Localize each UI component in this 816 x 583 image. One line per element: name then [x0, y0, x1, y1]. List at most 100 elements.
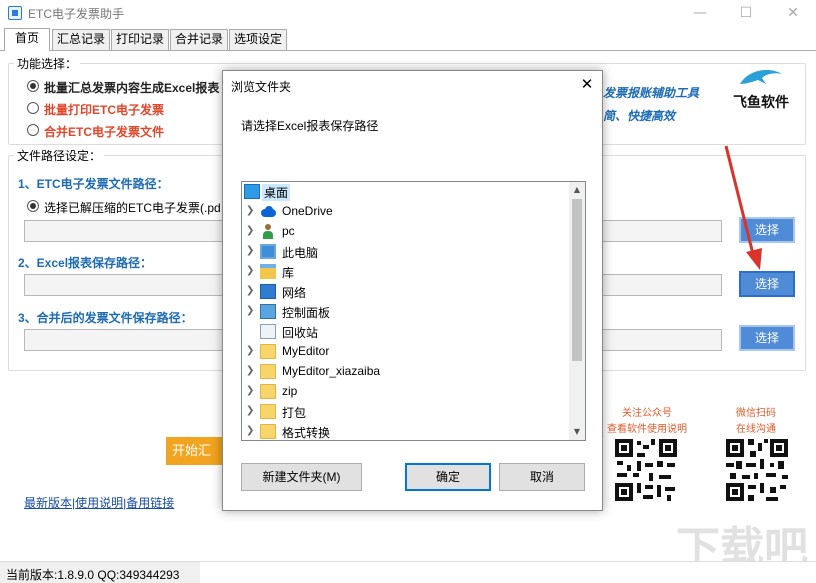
folder-icon — [260, 364, 276, 379]
dialog-title: 浏览文件夹 — [231, 78, 291, 95]
chevron-right-icon[interactable]: ❯ — [246, 405, 256, 417]
chevron-right-icon[interactable]: ❯ — [246, 245, 256, 257]
qr-right-caption-1: 微信扫码 — [720, 404, 792, 419]
tree-item-label: 打包 — [280, 404, 308, 421]
scroll-down-icon[interactable]: ▼ — [569, 424, 585, 440]
ok-button[interactable]: 确定 — [405, 463, 491, 491]
radio-etc-folder[interactable] — [27, 200, 39, 212]
radio-batch-print[interactable] — [27, 102, 39, 114]
user-icon — [260, 224, 276, 239]
folder-icon — [260, 424, 276, 439]
tab-divider — [0, 50, 816, 51]
radio-summary-excel[interactable] — [27, 80, 39, 92]
status-version-text: 当前版本:1.8.9.0 QQ:349344293 — [6, 566, 179, 583]
manual-link[interactable]: 使用说明 — [75, 496, 123, 510]
chevron-right-icon[interactable]: ❯ — [246, 225, 256, 237]
dolphin-logo-icon — [738, 66, 786, 90]
tab-merge-records[interactable]: 合并记录 — [170, 29, 228, 50]
title-bar: ETC电子发票助手 — ☐ ✕ — [0, 0, 816, 26]
tree-item-label: MyEditor_xiazaiba — [280, 364, 382, 378]
function-group-legend: 功能选择： — [14, 55, 80, 72]
tab-options[interactable]: 选项设定 — [229, 29, 287, 50]
qr-code-wechat-account-icon — [613, 437, 679, 503]
folder-icon — [260, 344, 276, 359]
tree-item-label: 桌面 — [262, 184, 290, 201]
tree-item-onedrive[interactable]: ❯ OneDrive — [242, 202, 567, 222]
new-folder-button[interactable]: 新建文件夹(M) — [241, 463, 362, 491]
path-group-legend: 文件路径设定： — [14, 147, 104, 164]
folder-icon — [260, 384, 276, 399]
maximize-icon[interactable]: ☐ — [736, 3, 756, 23]
network-icon — [260, 284, 276, 299]
tree-item-label: 网络 — [280, 284, 308, 301]
etc-path-heading: 1、ETC电子发票文件路径： — [18, 175, 169, 192]
chevron-right-icon[interactable]: ❯ — [246, 425, 256, 437]
scroll-up-icon[interactable]: ▲ — [569, 182, 585, 198]
tree-item-myeditor-xiazaiba[interactable]: ❯ MyEditor_xiazaiba — [242, 362, 567, 382]
chevron-right-icon[interactable]: ❯ — [246, 265, 256, 277]
tab-summary-records[interactable]: 汇总记录 — [52, 29, 110, 50]
folder-tree[interactable]: 桌面 ❯ OneDrive ❯ pc ❯ 此电脑 ❯ 库 ❯ 网络 ❯ — [241, 181, 586, 441]
tree-item-label: 回收站 — [280, 324, 320, 341]
brand-logo-text: 飞鱼软件 — [733, 92, 789, 112]
promo-line-2: 简、快捷高效 — [603, 107, 675, 124]
tree-item-control-panel[interactable]: ❯ 控制面板 — [242, 302, 567, 322]
onedrive-icon — [260, 204, 276, 219]
latest-version-link[interactable]: 最新版本 — [24, 496, 72, 510]
tree-item-label: pc — [280, 224, 297, 238]
minimize-icon[interactable]: — — [690, 3, 710, 23]
tree-item-library[interactable]: ❯ 库 — [242, 262, 567, 282]
tree-item-myeditor[interactable]: ❯ MyEditor — [242, 342, 567, 362]
cancel-button[interactable]: 取消 — [499, 463, 585, 491]
chevron-right-icon[interactable]: ❯ — [246, 205, 256, 217]
start-summary-button[interactable]: 开始汇 — [166, 437, 224, 465]
desktop-icon — [244, 184, 260, 199]
tree-item-label: 格式转换 — [280, 424, 332, 441]
chevron-right-icon[interactable]: ❯ — [246, 365, 256, 377]
tree-item-network[interactable]: ❯ 网络 — [242, 282, 567, 302]
window-title: ETC电子发票助手 — [28, 5, 124, 22]
status-bar-spacer — [200, 562, 816, 583]
choose-merge-path-button[interactable]: 选择 — [739, 325, 795, 351]
tree-item-format-convert[interactable]: ❯ 格式转换 — [242, 422, 567, 441]
excel-path-heading: 2、Excel报表保存路径： — [18, 254, 152, 271]
tree-item-label: MyEditor — [280, 344, 331, 358]
status-bar: 当前版本:1.8.9.0 QQ:349344293 — [0, 561, 816, 583]
tree-item-label: 库 — [280, 264, 296, 281]
library-icon — [260, 264, 276, 279]
chevron-right-icon[interactable]: ❯ — [246, 345, 256, 357]
scrollbar-thumb[interactable] — [572, 199, 582, 361]
tree-item-label: zip — [280, 384, 299, 398]
tree-item-this-pc[interactable]: ❯ 此电脑 — [242, 242, 567, 262]
qr-right-caption-2: 在线沟通 — [720, 420, 792, 435]
app-icon — [8, 6, 22, 20]
tab-print-records[interactable]: 打印记录 — [111, 29, 169, 50]
backup-link[interactable]: 备用链接 — [126, 496, 174, 510]
qr-left-caption-1: 关注公众号 — [600, 404, 694, 419]
tree-item-recycle-bin[interactable]: 回收站 — [242, 322, 567, 342]
browse-folder-dialog: 浏览文件夹 ✕ 请选择Excel报表保存路径 桌面 ❯ OneDrive ❯ p… — [222, 70, 603, 511]
tab-home[interactable]: 首页 — [4, 28, 50, 51]
tree-item-label: 控制面板 — [280, 304, 332, 321]
tree-item-pack[interactable]: ❯ 打包 — [242, 402, 567, 422]
radio-merge-files[interactable] — [27, 124, 39, 136]
qr-code-wechat-chat-icon — [724, 437, 790, 503]
option-merge-files-label: 合并ETC电子发票文件 — [44, 123, 164, 140]
folder-icon — [260, 404, 276, 419]
tree-item-pc-user[interactable]: ❯ pc — [242, 222, 567, 242]
tree-scrollbar[interactable]: ▲ ▼ — [569, 182, 585, 440]
chevron-right-icon[interactable]: ❯ — [246, 305, 256, 317]
close-icon[interactable]: ✕ — [783, 3, 803, 23]
chevron-right-icon[interactable]: ❯ — [246, 385, 256, 397]
qr-left-caption-2: 查看软件使用说明 — [600, 420, 694, 435]
recycle-bin-icon — [260, 324, 276, 339]
etc-folder-radio-label: 选择已解压缩的ETC电子发票(.pd — [44, 199, 221, 216]
chevron-right-icon[interactable]: ❯ — [246, 285, 256, 297]
computer-icon — [260, 244, 276, 259]
tree-item-desktop[interactable]: 桌面 — [242, 182, 567, 202]
tree-item-zip[interactable]: ❯ zip — [242, 382, 567, 402]
dialog-close-icon[interactable]: ✕ — [576, 74, 598, 94]
merge-path-heading: 3、合并后的发票文件保存路径： — [18, 309, 193, 326]
option-batch-print-label: 批量打印ETC电子发票 — [44, 101, 164, 118]
tree-item-label: 此电脑 — [280, 244, 320, 261]
